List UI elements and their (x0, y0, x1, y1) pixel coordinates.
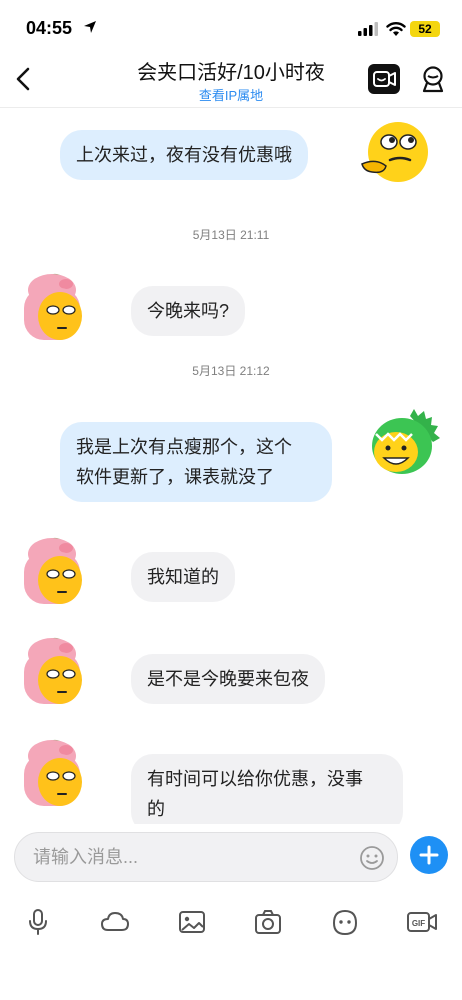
smiley-icon[interactable] (359, 845, 385, 871)
message-bubble-incoming[interactable]: 今晚来吗? (131, 286, 246, 336)
message-composer (0, 824, 462, 894)
pig-hat-avatar[interactable] (14, 532, 90, 608)
status-time: 04:55 (26, 18, 73, 38)
pig-hat-avatar[interactable] (14, 268, 90, 344)
green-dino-avatar[interactable] (366, 406, 442, 482)
microphone-icon[interactable] (22, 906, 54, 938)
emoji-icon[interactable] (329, 906, 361, 938)
message-line: 软件更新了，课表就没了 (76, 467, 274, 487)
message-bubble-incoming[interactable]: 有时间可以给你优惠，没事 的 (131, 754, 403, 824)
timestamp: 5月13日 21:12 (192, 364, 270, 378)
plus-icon (419, 845, 439, 865)
camera-icon[interactable] (252, 906, 284, 938)
timestamp: 5月13日 21:11 (192, 228, 270, 242)
message-bubble-incoming[interactable]: 我知道的 (131, 552, 235, 602)
status-bar: 04:55 52 (0, 0, 462, 56)
message-input[interactable] (33, 833, 353, 881)
pig-hat-avatar[interactable] (14, 632, 90, 708)
add-attachment-button[interactable] (410, 836, 448, 874)
gif-icon[interactable]: GIF (406, 906, 438, 938)
wifi-icon (386, 22, 406, 36)
chat-header: 会夹口活好/10小时夜 查看IP属地 (0, 52, 462, 108)
chat-toolbar: GIF (0, 900, 462, 944)
message-list[interactable]: 上次来过，夜有没有优惠哦 5月13日 21:11 今晚来吗? 5月13日 21:… (0, 108, 462, 824)
message-bubble-incoming[interactable]: 是不是今晚要来包夜 (131, 654, 325, 704)
profile-icon[interactable] (418, 64, 448, 94)
message-line: 我是上次有点瘦那个，这个 (76, 437, 292, 457)
pig-hat-avatar[interactable] (14, 734, 90, 810)
smirk-emoji-avatar[interactable] (356, 116, 432, 192)
message-input-container[interactable] (14, 832, 398, 882)
message-bubble-outgoing[interactable]: 我是上次有点瘦那个，这个 软件更新了，课表就没了 (60, 422, 332, 502)
video-call-icon[interactable] (368, 64, 400, 94)
battery-icon: 52 (410, 21, 440, 37)
signal-icon (358, 22, 378, 36)
location-arrow-icon (84, 21, 96, 33)
message-line: 的 (147, 799, 165, 819)
image-icon[interactable] (176, 906, 208, 938)
gif-label: GIF (412, 919, 425, 928)
message-bubble-outgoing[interactable]: 上次来过，夜有没有优惠哦 (60, 130, 308, 180)
message-line: 有时间可以给你优惠，没事 (147, 769, 363, 789)
cloud-icon[interactable] (99, 906, 131, 938)
